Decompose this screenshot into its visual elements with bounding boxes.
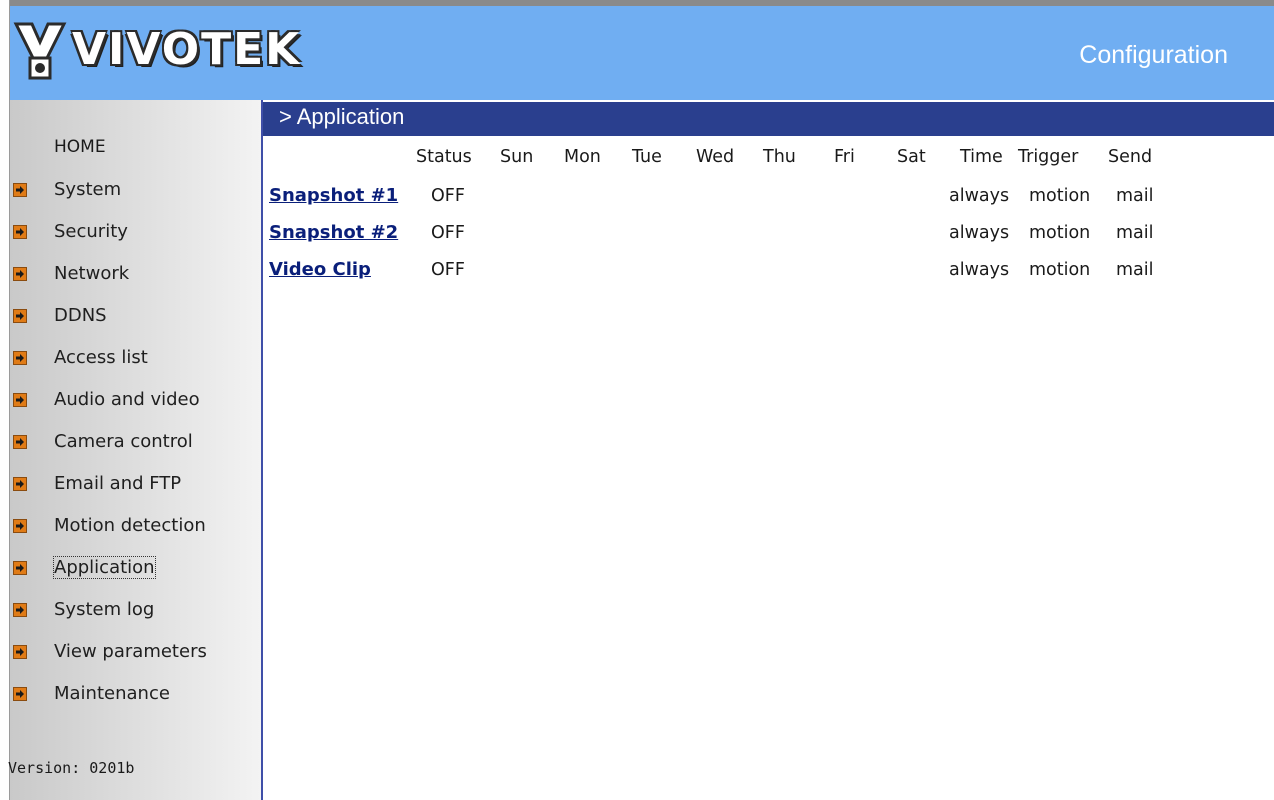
sidebar-item-label: Motion detection (54, 515, 206, 536)
column-header-sat: Sat (897, 147, 926, 167)
window-left-border (0, 0, 10, 800)
status-cell: OFF (431, 260, 465, 280)
sidebar-item-home[interactable]: HOME (54, 137, 106, 157)
sidebar-item-label: Maintenance (54, 683, 170, 704)
sidebar-item-system-log[interactable]: System log (10, 598, 260, 622)
sidebar-item-motion-detection[interactable]: Motion detection (10, 514, 260, 538)
arrow-right-icon (13, 477, 27, 491)
send-cell: mail (1116, 223, 1154, 243)
sidebar-item-label: DDNS (54, 305, 107, 326)
trigger-cell: motion (1029, 260, 1091, 280)
sidebar-item-maintenance[interactable]: Maintenance (10, 682, 260, 706)
arrow-right-icon (13, 183, 27, 197)
sidebar-item-label: Network (54, 263, 130, 284)
section-title: > Application (279, 104, 405, 129)
version-label: Version: 0201b (8, 759, 135, 777)
arrow-right-icon (13, 393, 27, 407)
sidebar-item-label: Camera control (54, 431, 193, 452)
sidebar-item-label: System log (54, 599, 155, 620)
sidebar-item-label: Application (53, 556, 156, 579)
section-header-bar: > Application (263, 102, 1274, 136)
time-cell: always (949, 223, 1010, 243)
sidebar-item-access-list[interactable]: Access list (10, 346, 260, 370)
arrow-right-icon (13, 561, 27, 575)
sidebar-item-ddns[interactable]: DDNS (10, 304, 260, 328)
column-header-time: Time (960, 147, 1003, 167)
sidebar-menu: HOME System Security Network DDNS Access lis… (8, 100, 263, 800)
sidebar-item-view-parameters[interactable]: View parameters (10, 640, 260, 664)
column-header-tue: Tue (632, 147, 662, 167)
status-cell: OFF (431, 186, 465, 206)
arrow-right-icon (13, 351, 27, 365)
sidebar-item-label: Audio and video (54, 389, 200, 410)
camera-logo-icon (13, 22, 67, 80)
column-header-trigger: Trigger (1018, 147, 1079, 167)
status-cell: OFF (431, 223, 465, 243)
send-cell: mail (1116, 260, 1154, 280)
time-cell: always (949, 186, 1010, 206)
arrow-right-icon (13, 267, 27, 281)
sidebar-item-audio-and-video[interactable]: Audio and video (10, 388, 260, 412)
arrow-right-icon (13, 225, 27, 239)
arrow-right-icon (13, 309, 27, 323)
trigger-cell: motion (1029, 186, 1091, 206)
sidebar-item-email-and-ftp[interactable]: Email and FTP (10, 472, 260, 496)
column-header-send: Send (1108, 147, 1153, 167)
column-header-status: Status (416, 147, 472, 167)
column-header-thu: Thu (763, 147, 796, 167)
application-link[interactable]: Snapshot #1 (269, 185, 398, 206)
arrow-right-icon (13, 645, 27, 659)
application-link[interactable]: Video Clip (269, 259, 371, 280)
sidebar-item-label: System (54, 179, 122, 200)
sidebar-item-network[interactable]: Network (10, 262, 260, 286)
application-link[interactable]: Snapshot #2 (269, 222, 398, 243)
column-header-wed: Wed (696, 147, 735, 167)
column-header-sun: Sun (500, 147, 534, 167)
arrow-right-icon (13, 435, 27, 449)
arrow-right-icon (13, 687, 27, 701)
sidebar-item-label: Security (54, 221, 128, 242)
sidebar-item-security[interactable]: Security (10, 220, 260, 244)
sidebar-item-camera-control[interactable]: Camera control (10, 430, 260, 454)
time-cell: always (949, 260, 1010, 280)
sidebar-item-label: View parameters (54, 641, 207, 662)
page-title: Configuration (1079, 41, 1228, 69)
sidebar-item-label: Access list (54, 347, 148, 368)
arrow-right-icon (13, 603, 27, 617)
trigger-cell: motion (1029, 223, 1091, 243)
sidebar-item-system[interactable]: System (10, 178, 260, 202)
arrow-right-icon (13, 519, 27, 533)
header-banner: VIVOTEK Configuration (10, 6, 1274, 100)
column-header-fri: Fri (834, 147, 855, 167)
sidebar-item-application[interactable]: Application (10, 556, 260, 580)
column-header-mon: Mon (564, 147, 601, 167)
send-cell: mail (1116, 186, 1154, 206)
logo-text: VIVOTEK (72, 24, 302, 75)
vivotek-logo[interactable]: VIVOTEK (10, 20, 299, 84)
sidebar-item-label: Email and FTP (54, 473, 182, 494)
